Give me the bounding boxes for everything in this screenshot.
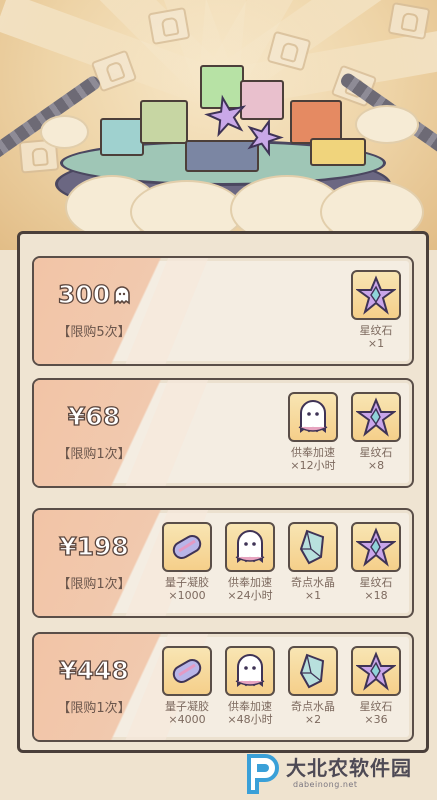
watermark-logo-icon xyxy=(247,754,279,794)
star-crystal-icon xyxy=(351,522,401,572)
reward-item[interactable]: 供奉加速 ×12小时 xyxy=(284,392,342,473)
gift-box xyxy=(140,100,188,144)
item-quantity: ×1 xyxy=(367,337,385,350)
offer-card-300[interactable]: 300 【限购5次】 星纹石 ×1 xyxy=(32,256,414,366)
reward-item[interactable]: 量子凝胶 ×1000 xyxy=(158,522,216,603)
star-crystal-icon xyxy=(351,270,401,320)
shop-banner-scene: ★ ★ xyxy=(0,0,437,250)
reward-item[interactable]: 供奉加速 ×24小时 xyxy=(221,522,279,603)
price-label: ¥68 xyxy=(67,401,121,431)
ghost-icon xyxy=(288,392,338,442)
watermark-url: dabeinong.net xyxy=(293,780,358,789)
item-quantity: ×12小时 xyxy=(290,459,336,472)
price-value: 300 xyxy=(57,279,111,309)
item-name: 供奉加速 xyxy=(228,700,272,713)
item-quantity: ×18 xyxy=(364,589,388,602)
reward-item[interactable]: 星纹石 ×18 xyxy=(347,522,405,603)
cloud-decor xyxy=(355,105,419,144)
item-name: 供奉加速 xyxy=(228,576,272,589)
item-quantity: ×2 xyxy=(304,713,322,726)
item-quantity: ×4000 xyxy=(168,713,206,726)
cloud-decor xyxy=(40,115,89,149)
item-name: 星纹石 xyxy=(359,446,393,459)
item-name: 星纹石 xyxy=(359,576,393,589)
crystal-icon xyxy=(288,646,338,696)
shop-panel: 300 【限购5次】 星纹石 ×1 ¥68 【限购1次】 供奉加速 ×12小时 xyxy=(17,231,429,753)
reward-item[interactable]: 星纹石 ×1 xyxy=(347,270,405,351)
ghost-icon xyxy=(225,646,275,696)
star-crystal-icon xyxy=(351,392,401,442)
price-label: ¥448 xyxy=(59,655,130,685)
item-name: 奇点水晶 xyxy=(291,576,335,589)
ghost-icon xyxy=(225,522,275,572)
item-name: 星纹石 xyxy=(359,700,393,713)
ticket-decor xyxy=(387,1,431,41)
item-quantity: ×24小时 xyxy=(227,589,273,602)
item-name: 量子凝胶 xyxy=(165,700,209,713)
offer-card-198[interactable]: ¥198 【限购1次】 量子凝胶 ×1000 供奉加速 ×24小时 奇点水晶 ×… xyxy=(32,508,414,618)
purchase-limit: 【限购1次】 xyxy=(57,577,131,592)
ticket-decor xyxy=(147,6,191,46)
item-name: 供奉加速 xyxy=(291,446,335,459)
reward-item[interactable]: 星纹石 ×36 xyxy=(347,646,405,727)
star-crystal-icon xyxy=(351,646,401,696)
item-name: 奇点水晶 xyxy=(291,700,335,713)
item-quantity: ×8 xyxy=(367,459,385,472)
watermark-title: 大北农软件园 xyxy=(286,756,412,780)
item-quantity: ×1000 xyxy=(168,589,206,602)
gift-box xyxy=(100,118,144,156)
crystal-icon xyxy=(288,522,338,572)
site-watermark: 大北农软件园 dabeinong.net xyxy=(243,752,437,796)
reward-item[interactable]: 量子凝胶 ×4000 xyxy=(158,646,216,727)
quantum-gel-icon xyxy=(162,646,212,696)
item-name: 量子凝胶 xyxy=(165,576,209,589)
purchase-limit: 【限购5次】 xyxy=(57,325,131,340)
item-quantity: ×1 xyxy=(304,589,322,602)
reward-item[interactable]: 奇点水晶 ×1 xyxy=(284,522,342,603)
price-label: ¥198 xyxy=(59,531,130,561)
item-name: 星纹石 xyxy=(359,324,393,337)
item-quantity: ×36 xyxy=(364,713,388,726)
item-quantity: ×48小时 xyxy=(227,713,273,726)
price-label: 300 xyxy=(40,279,150,310)
reward-item[interactable]: 供奉加速 ×48小时 xyxy=(221,646,279,727)
reward-item[interactable]: 奇点水晶 ×2 xyxy=(284,646,342,727)
gift-box xyxy=(310,138,366,166)
quantum-gel-icon xyxy=(162,522,212,572)
ghost-coin-icon xyxy=(112,282,132,305)
offer-card-68[interactable]: ¥68 【限购1次】 供奉加速 ×12小时 星纹石 ×8 xyxy=(32,378,414,488)
reward-item[interactable]: 星纹石 ×8 xyxy=(347,392,405,473)
purchase-limit: 【限购1次】 xyxy=(57,701,131,716)
purchase-limit: 【限购1次】 xyxy=(57,447,131,462)
offer-card-448[interactable]: ¥448 【限购1次】 量子凝胶 ×4000 供奉加速 ×48小时 奇点水晶 ×… xyxy=(32,632,414,742)
